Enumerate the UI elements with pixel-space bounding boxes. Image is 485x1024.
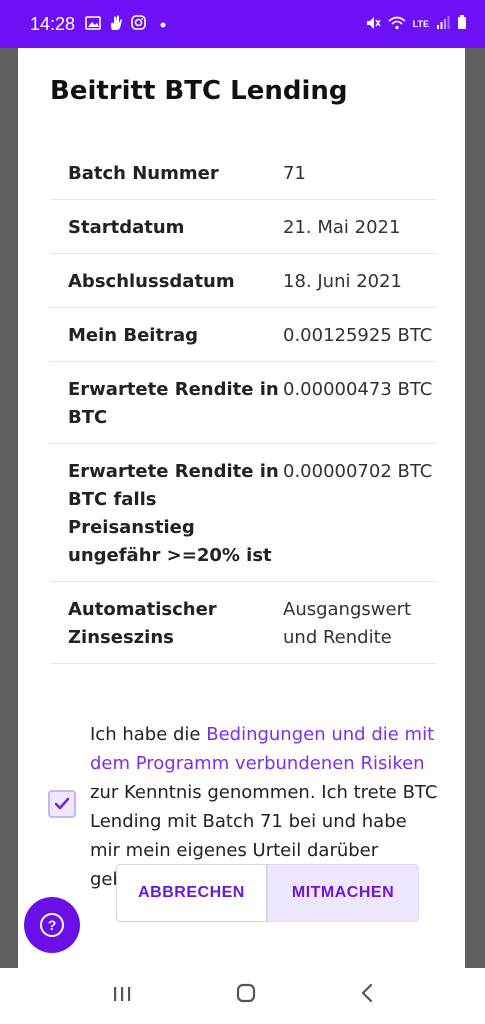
row-label: Erwartete Rendite in BTC falls Preisanst… (68, 461, 279, 566)
help-button[interactable]: ? (24, 897, 80, 953)
signal-icon (436, 15, 450, 33)
status-time: 14:28 (30, 13, 76, 34)
lte-icon: LTE (412, 18, 429, 29)
row-label: Startdatum (68, 217, 185, 238)
status-left-icons (85, 15, 166, 34)
consent-text-before: Ich habe die (90, 724, 207, 745)
system-nav-bar (0, 968, 485, 1024)
mute-icon (365, 16, 381, 33)
status-right-icons: LTE (365, 15, 467, 33)
row-value: 0.00125925 BTC (283, 325, 433, 346)
table-row: Startdatum 21. Mai 2021 (50, 200, 437, 254)
check-icon (54, 797, 70, 810)
help-icon: ? (40, 913, 64, 937)
join-button[interactable]: MITMACHEN (267, 864, 419, 922)
row-label: Batch Nummer (68, 163, 219, 184)
row-value: 71 (283, 163, 306, 184)
table-row: Mein Beitrag 0.00125925 BTC (50, 308, 437, 362)
table-row: Erwartete Rendite in BTC falls Preisanst… (50, 444, 437, 582)
wifi-icon (388, 16, 406, 33)
row-label: Abschlussdatum (68, 271, 235, 292)
table-row: Automatischer Zinseszins Ausgangswert un… (50, 582, 437, 664)
back-icon[interactable] (360, 983, 374, 1009)
recents-icon[interactable] (112, 984, 132, 1009)
row-value: 0.00000702 BTC (283, 461, 433, 482)
row-value: 18. Juni 2021 (283, 271, 403, 292)
battery-icon (457, 15, 467, 33)
dot-icon (160, 17, 166, 31)
scrim-right (465, 48, 485, 968)
row-value: 21. Mai 2021 (283, 217, 401, 238)
instagram-icon (131, 15, 146, 33)
row-label: Mein Beitrag (68, 325, 198, 346)
image-icon (85, 15, 101, 33)
row-label: Automatischer Zinseszins (68, 599, 217, 648)
row-label: Erwartete Rendite in BTC (68, 379, 279, 428)
table-row: Erwartete Rendite in BTC 0.00000473 BTC (50, 362, 437, 444)
join-dialog: Beitritt BTC Lending Batch Nummer 71 Sta… (18, 48, 465, 968)
cancel-button[interactable]: ABBRECHEN (116, 864, 267, 922)
scrim-left (0, 48, 18, 968)
consent-checkbox[interactable] (48, 790, 76, 818)
home-icon[interactable] (235, 982, 257, 1010)
dialog-title: Beitritt BTC Lending (50, 76, 348, 106)
details-table: Batch Nummer 71 Startdatum 21. Mai 2021 … (50, 146, 437, 664)
hand-icon (109, 15, 123, 34)
row-value: 0.00000473 BTC (283, 379, 433, 400)
table-row: Batch Nummer 71 (50, 146, 437, 200)
dialog-actions: ABBRECHEN MITMACHEN (116, 864, 419, 922)
row-value: Ausgangswert und Rendite (283, 599, 412, 648)
status-bar: 14:28 LTE (0, 0, 485, 48)
table-row: Abschlussdatum 18. Juni 2021 (50, 254, 437, 308)
